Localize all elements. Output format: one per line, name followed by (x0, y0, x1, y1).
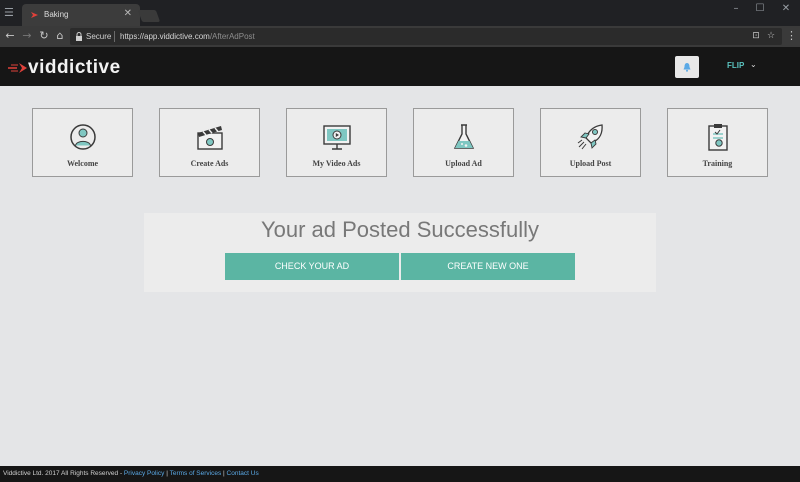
notification-button[interactable] (675, 56, 699, 78)
tile-label: Welcome (66, 159, 99, 168)
bookmark-star-icon[interactable]: ☆ (765, 30, 777, 42)
tile-create-ads[interactable]: Create Ads (159, 108, 260, 177)
browser-tab-strip: ☰ Baking ✕ – ☐ ✕ (0, 0, 800, 26)
tile-label: My Video Ads (312, 159, 361, 168)
user-avatar-icon (70, 124, 96, 150)
browser-menu-icon[interactable]: ☰ (4, 7, 16, 19)
forward-icon[interactable]: → (20, 29, 34, 43)
logo-text: viddictive (28, 57, 121, 78)
url-path: /AfterAdPost (209, 32, 255, 41)
tile-label: Upload Post (569, 159, 612, 168)
app-header: viddictive FLIP ⌄ (0, 47, 800, 86)
clipboard-icon (708, 124, 728, 151)
new-tab-button[interactable] (137, 10, 161, 22)
terms-of-services-link[interactable]: Terms of Services (170, 470, 222, 477)
maximize-icon[interactable]: ☐ (750, 2, 770, 16)
reload-icon[interactable]: ↻ (37, 29, 51, 43)
tab-title: Baking (44, 10, 69, 19)
success-title: Your ad Posted Successfully (260, 217, 540, 242)
url-text[interactable]: https://app.viddictive.com/AfterAdPost (120, 31, 255, 42)
lock-icon (76, 32, 82, 41)
address-divider (114, 31, 115, 42)
tab-close-icon[interactable]: ✕ (124, 8, 132, 20)
secure-label: Secure (86, 32, 112, 41)
browser-toolbar: ← → ↻ ⌂ Secure https://app.viddictive.co… (0, 26, 800, 47)
minimize-icon[interactable]: – (726, 2, 746, 16)
home-icon[interactable]: ⌂ (53, 29, 67, 43)
logo[interactable]: viddictive (8, 57, 138, 79)
bell-icon (683, 63, 691, 72)
footer-copyright: Viddictive Ltd. 2017 All Rights Reserved (3, 470, 119, 477)
tile-welcome[interactable]: Welcome (32, 108, 133, 177)
tile-upload-post[interactable]: Upload Post (540, 108, 641, 177)
url-host: https://app.viddictive.com (120, 32, 210, 41)
tile-my-video-ads[interactable]: My Video Ads (286, 108, 387, 177)
footer-text: Viddictive Ltd. 2017 All Rights Reserved… (3, 469, 259, 479)
window-close-icon[interactable]: ✕ (776, 2, 796, 16)
monitor-play-icon (323, 125, 351, 150)
success-panel: Your ad Posted Successfully CHECK YOUR A… (144, 213, 656, 292)
chevron-down-icon[interactable]: ⌄ (750, 59, 757, 71)
create-new-one-button[interactable]: CREATE NEW ONE (401, 253, 575, 280)
user-menu[interactable]: FLIP (727, 60, 744, 72)
footer: Viddictive Ltd. 2017 All Rights Reserved… (0, 466, 800, 482)
browser-more-icon[interactable]: ⋮ (786, 29, 797, 43)
contact-us-link[interactable]: Contact Us (227, 470, 259, 477)
browser-tab[interactable]: Baking ✕ (22, 4, 140, 26)
privacy-policy-link[interactable]: Privacy Policy (124, 470, 164, 477)
address-bar[interactable]: Secure https://app.viddictive.com/AfterA… (70, 28, 782, 45)
tile-training[interactable]: Training (667, 108, 768, 177)
back-icon[interactable]: ← (3, 29, 17, 43)
flask-icon (453, 124, 475, 149)
tile-label: Upload Ad (445, 159, 482, 168)
check-your-ad-button[interactable]: CHECK YOUR AD (225, 253, 399, 280)
clapperboard-icon (197, 126, 223, 150)
cast-icon[interactable]: ⊡ (750, 30, 762, 42)
tab-favicon-icon (31, 12, 38, 18)
tile-label: Create Ads (190, 159, 229, 168)
tile-upload-ad[interactable]: Upload Ad (413, 108, 514, 177)
rocket-icon (577, 124, 603, 150)
tile-label: Training (702, 159, 733, 168)
